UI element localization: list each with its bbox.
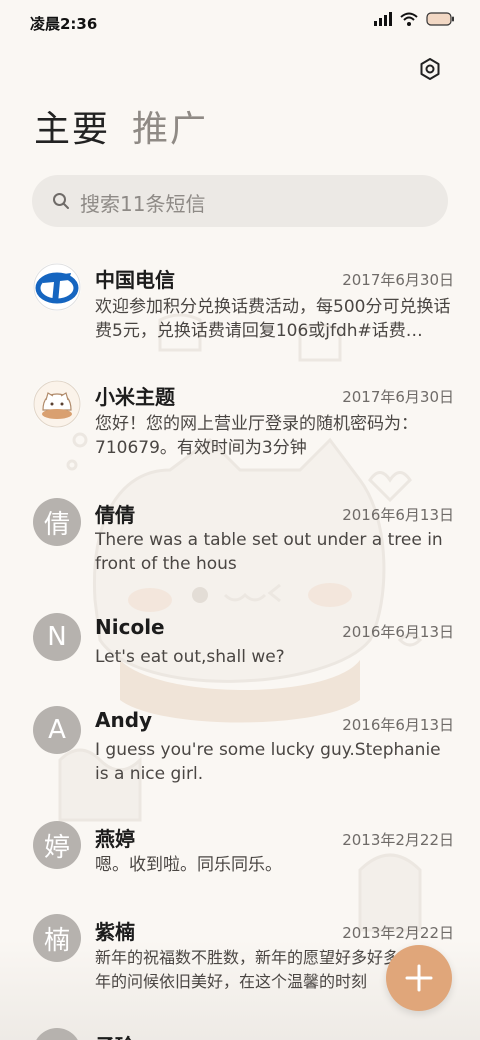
- conversation-item[interactable]: 中国电信 2017年6月30日 欢迎参加积分兑换话费活动，每500分可兑换话费5…: [0, 255, 480, 355]
- conversation-item[interactable]: 婷 燕婷 2013年2月22日 嗯。收到啦。同乐同乐。: [0, 815, 480, 895]
- sender-name: 倩倩: [95, 503, 135, 527]
- sender-name: Andy: [95, 708, 153, 732]
- avatar: 楠: [33, 914, 81, 962]
- message-preview: 嗯。收到啦。同乐同乐。: [95, 855, 282, 875]
- message-date: 2017年6月30日: [342, 388, 454, 406]
- settings-button[interactable]: [416, 55, 444, 83]
- tab-primary[interactable]: 主要: [34, 106, 110, 154]
- telecom-logo-icon: [33, 263, 81, 311]
- status-bar: 凌晨2:36: [0, 0, 480, 44]
- message-preview: Let's eat out,shall we?: [95, 647, 285, 667]
- battery-icon: [426, 12, 454, 26]
- message-preview: There was a table set out under a tree i…: [95, 530, 443, 574]
- conversation-item[interactable]: 小米主题 2017年6月30日 您好！您的网上营业厅登录的随机密码为：71067…: [0, 372, 480, 472]
- message-preview: 您好！您的网上营业厅登录的随机密码为：710679。有效时间为3分钟: [95, 414, 418, 458]
- avatar: [33, 263, 81, 311]
- new-message-button[interactable]: [386, 945, 452, 1011]
- conversation-item[interactable]: 子玲: [0, 1022, 480, 1040]
- message-date: 2013年2月22日: [342, 924, 454, 942]
- wifi-icon: [400, 12, 418, 26]
- signal-icon: [374, 12, 392, 26]
- status-icons: [374, 12, 454, 26]
- avatar: 婷: [33, 821, 81, 869]
- conversation-item[interactable]: A Andy 2016年6月13日 I guess you're some lu…: [0, 700, 480, 800]
- avatar: [33, 380, 81, 428]
- conversation-item[interactable]: 倩 倩倩 2016年6月13日 There was a table set ou…: [0, 490, 480, 590]
- avatar: A: [33, 706, 81, 754]
- message-date: 2013年2月22日: [342, 831, 454, 849]
- message-preview: 欢迎参加积分兑换话费活动，每500分可兑换话费5元，兑换话费请回复106或jfd…: [95, 297, 451, 341]
- message-date: 2017年6月30日: [342, 271, 454, 289]
- avatar: N: [33, 613, 81, 661]
- plus-icon: [405, 964, 433, 992]
- message-date: 2016年6月13日: [342, 716, 454, 734]
- search-bar[interactable]: 搜索11条短信: [32, 175, 448, 227]
- search-icon: [53, 193, 69, 209]
- message-date: 2016年6月13日: [342, 623, 454, 641]
- status-time: 凌晨2:36: [30, 15, 98, 33]
- sender-name: 紫楠: [95, 920, 135, 944]
- message-preview: I guess you're some lucky guy.Stephanie …: [95, 740, 441, 784]
- sender-name: 燕婷: [95, 827, 135, 851]
- sender-name: 子玲: [95, 1030, 135, 1040]
- cat-icon: [33, 380, 81, 428]
- search-placeholder: 搜索11条短信: [80, 192, 206, 216]
- avatar: 倩: [33, 498, 81, 546]
- avatar: [33, 1028, 81, 1040]
- tab-bar: 主要 推广: [34, 106, 208, 158]
- sender-name: Nicole: [95, 615, 165, 639]
- message-date: 2016年6月13日: [342, 506, 454, 524]
- conversation-item[interactable]: N Nicole 2016年6月13日 Let's eat out,shall …: [0, 607, 480, 687]
- sender-name: 中国电信: [95, 268, 175, 292]
- sender-name: 小米主题: [95, 385, 175, 409]
- tab-promotions[interactable]: 推广: [132, 106, 208, 154]
- settings-gear-icon: [420, 58, 440, 80]
